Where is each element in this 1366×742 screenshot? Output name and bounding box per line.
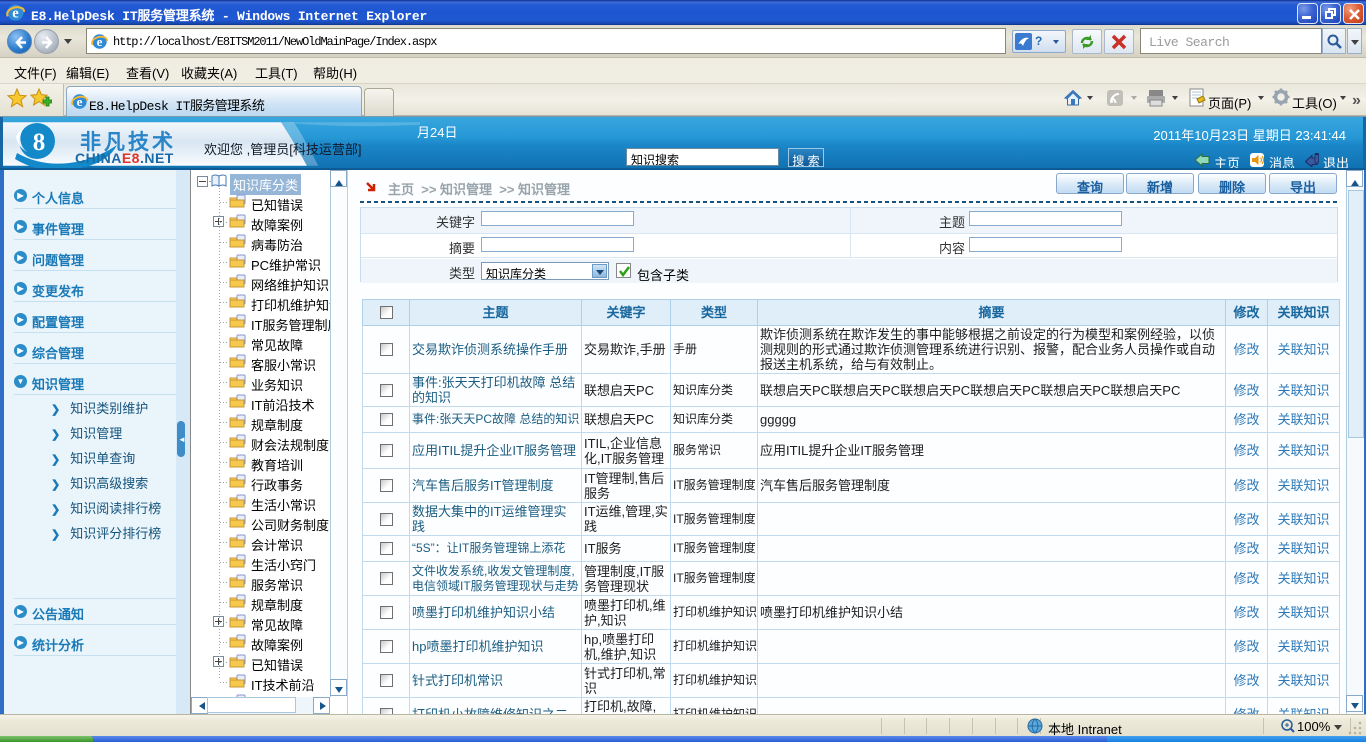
svg-text:8: 8 — [33, 129, 46, 156]
